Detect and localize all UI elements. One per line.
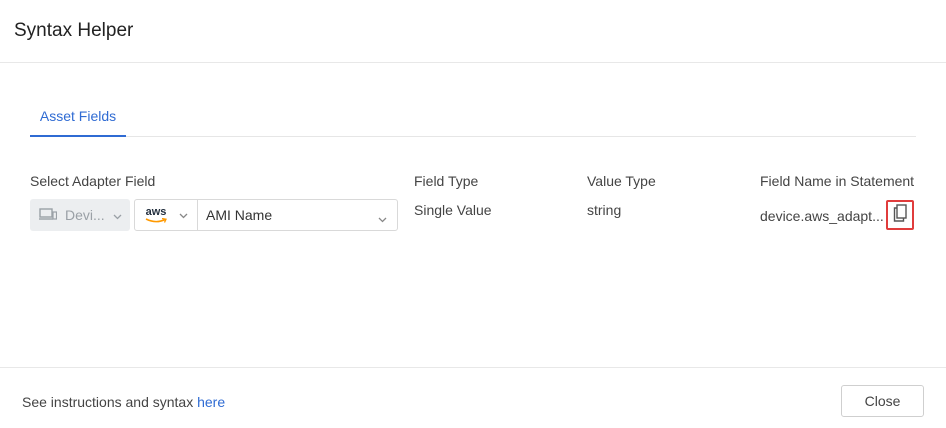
- chevron-down-icon: [179, 206, 188, 224]
- column-header-field-type: Field Type: [414, 173, 479, 189]
- close-button[interactable]: Close: [841, 385, 924, 417]
- field-select-value: AMI Name: [206, 207, 273, 223]
- column-header-field-name: Field Name in Statement: [760, 173, 915, 189]
- chevron-down-icon: [113, 207, 122, 223]
- entity-select-value: Devi...: [65, 207, 105, 223]
- footer-instructions: See instructions and syntax here: [22, 394, 226, 410]
- field-select[interactable]: AMI Name: [197, 199, 398, 231]
- column-header-value-type: Value Type: [587, 173, 656, 189]
- field-type-value: Single Value: [414, 202, 492, 218]
- field-name-value: device.aws_adapt...: [760, 208, 884, 224]
- dialog-header: Syntax Helper: [0, 0, 946, 63]
- aws-logo-icon: aws: [143, 206, 169, 224]
- value-type-value: string: [587, 202, 622, 218]
- chevron-down-icon: [378, 210, 387, 226]
- adapter-select[interactable]: aws: [134, 199, 198, 231]
- devices-icon: [39, 207, 58, 224]
- entity-select[interactable]: Devi...: [30, 199, 130, 231]
- copy-icon: [893, 203, 907, 227]
- copy-button[interactable]: [886, 200, 914, 230]
- dialog-title: Syntax Helper: [14, 20, 134, 41]
- dialog-footer: See instructions and syntax here Close: [0, 367, 946, 428]
- instructions-link[interactable]: here: [197, 394, 225, 410]
- tab-bar: Asset Fields: [30, 96, 916, 137]
- column-header-select-adapter-field: Select Adapter Field: [30, 173, 156, 189]
- tab-asset-fields[interactable]: Asset Fields: [30, 96, 126, 137]
